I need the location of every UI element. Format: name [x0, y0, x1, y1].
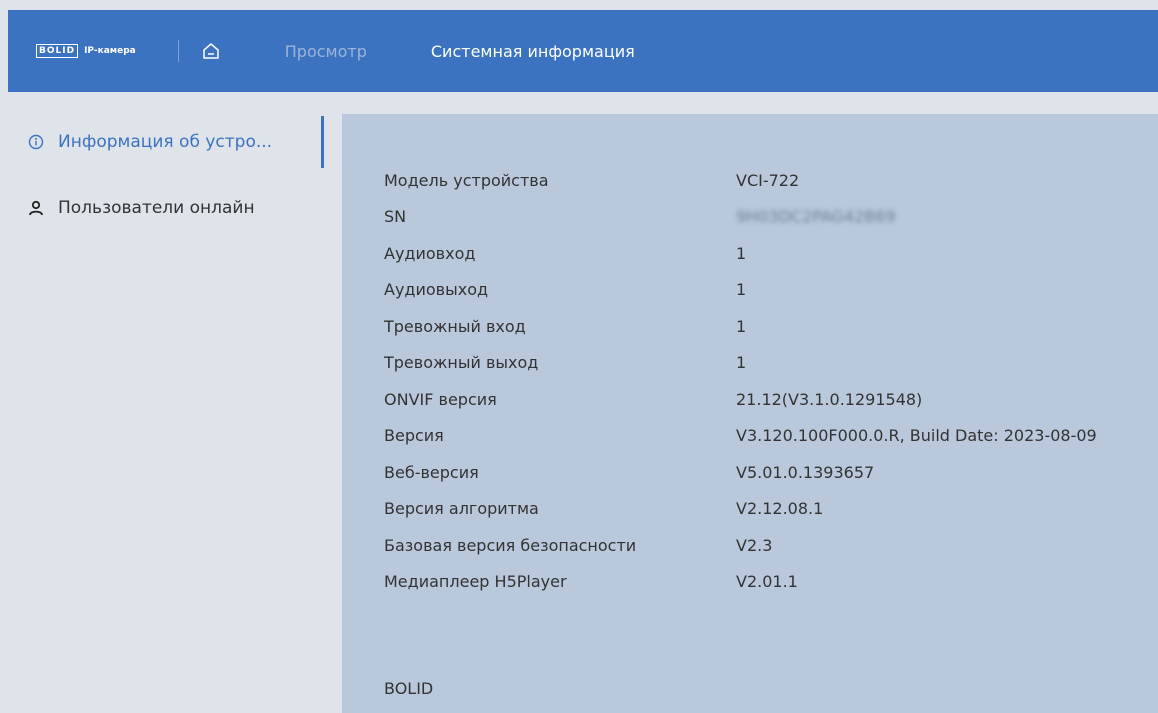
home-icon [203, 43, 219, 59]
sidebar-item-label: Пользователи онлайн [58, 198, 255, 218]
info-value: 1 [736, 280, 747, 300]
logo-mark: BOLID [36, 44, 79, 58]
info-label: Тревожный выход [384, 353, 539, 373]
info-label: Версия алгоритма [384, 499, 539, 519]
device-info-table: Модель устройства VCI-722 SN 9H03DC2PAG4… [384, 162, 1154, 600]
info-row-sn: SN 9H03DC2PAG42B69 [384, 199, 1154, 236]
logo: BOLID IP-камера [36, 41, 136, 61]
info-label: Аудиовход [384, 243, 476, 263]
info-row-audio-out: Аудиовыход 1 [384, 272, 1154, 309]
user-icon [28, 200, 44, 216]
info-value: 1 [736, 353, 747, 373]
info-value: V5.01.0.1393657 [736, 462, 875, 482]
tab-system-info[interactable]: Системная информация [431, 42, 635, 61]
sidebar-item-online-users[interactable]: Пользователи онлайн [8, 182, 324, 234]
sidebar-item-device-info[interactable]: Информация об устро... [8, 116, 324, 168]
info-label: Модель устройства [384, 170, 549, 190]
info-label: Тревожный вход [384, 316, 526, 336]
info-row-model: Модель устройства VCI-722 [384, 162, 1154, 199]
footer-brand: BOLID [384, 679, 434, 698]
device-info-panel: Модель устройства VCI-722 SN 9H03DC2PAG4… [342, 114, 1158, 713]
home-button[interactable] [201, 41, 221, 61]
logo-subtitle: IP-камера [84, 46, 136, 56]
info-row-web-version: Веб-версия V5.01.0.1393657 [384, 454, 1154, 491]
info-value: 1 [736, 316, 747, 336]
sidebar-item-label: Информация об устро... [58, 132, 273, 152]
info-row-onvif: ONVIF версия 21.12(V3.1.0.1291548) [384, 381, 1154, 418]
info-row-h5player: Медиаплеер H5Player V2.01.1 [384, 564, 1154, 601]
tab-preview[interactable]: Просмотр [285, 42, 367, 61]
info-value: V2.3 [736, 535, 773, 555]
info-value: 1 [736, 243, 747, 263]
info-value: V2.12.08.1 [736, 499, 824, 519]
info-row-algorithm-version: Версия алгоритма V2.12.08.1 [384, 491, 1154, 528]
header-divider [177, 40, 179, 62]
info-label: Веб-версия [384, 462, 479, 482]
serial-number-value: 9H03DC2PAG42B69 [736, 207, 896, 227]
sidebar: Информация об устро... Пользователи онла… [8, 100, 324, 713]
info-value: V3.120.100F000.0.R, Build Date: 2023-08-… [736, 426, 1097, 446]
info-label: Версия [384, 426, 444, 446]
info-row-security-baseline: Базовая версия безопасности V2.3 [384, 527, 1154, 564]
info-label: Аудиовыход [384, 280, 489, 300]
app-window: BOLID IP-камера Просмотр Системная инфор… [0, 0, 1158, 713]
info-value: V2.01.1 [736, 572, 798, 592]
info-row-alarm-in: Тревожный вход 1 [384, 308, 1154, 345]
info-row-alarm-out: Тревожный выход 1 [384, 345, 1154, 382]
info-label: Медиаплеер H5Player [384, 572, 567, 592]
info-value: VCI-722 [736, 170, 800, 190]
info-row-audio-in: Аудиовход 1 [384, 235, 1154, 272]
info-icon [28, 134, 44, 150]
info-row-version: Версия V3.120.100F000.0.R, Build Date: 2… [384, 418, 1154, 455]
info-label: Базовая версия безопасности [384, 535, 637, 555]
top-header: BOLID IP-камера Просмотр Системная инфор… [8, 10, 1158, 92]
info-label: ONVIF версия [384, 389, 497, 409]
info-label: SN [384, 207, 407, 227]
info-value: 21.12(V3.1.0.1291548) [736, 389, 923, 409]
